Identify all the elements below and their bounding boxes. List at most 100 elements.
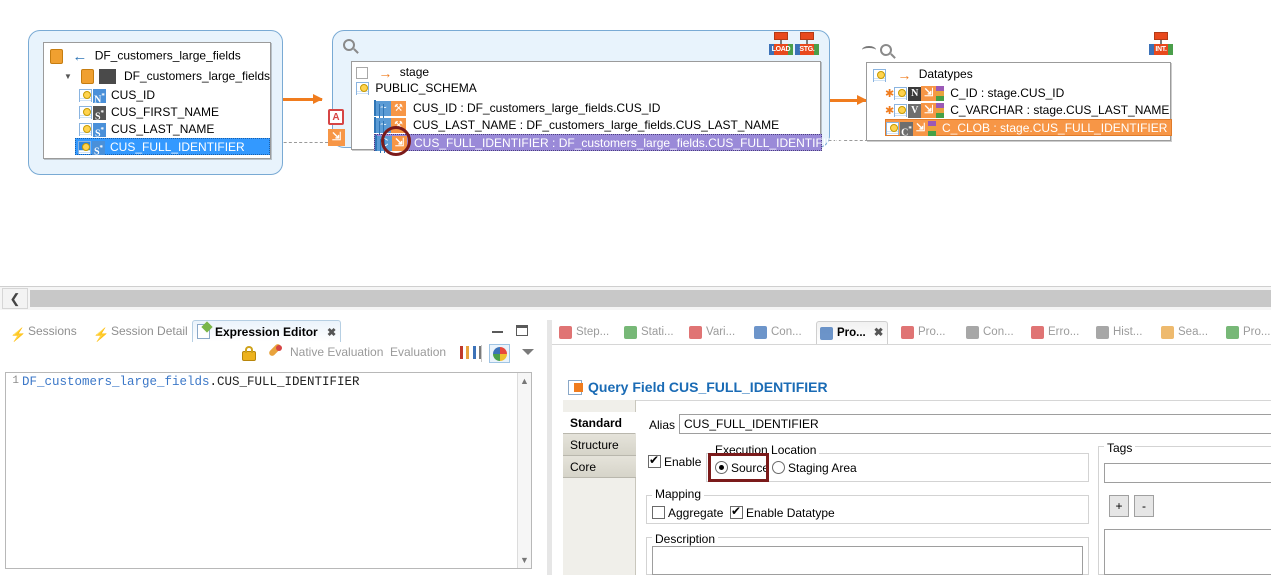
source-field-label: CUS_FIRST_NAME <box>111 105 220 119</box>
evaluation-label[interactable]: Evaluation <box>390 345 446 359</box>
expression-editor-toolbar[interactable]: Native Evaluation Evaluation <box>0 342 547 366</box>
tags-add-button[interactable]: + <box>1109 495 1129 517</box>
alias-a-icon[interactable]: A <box>328 109 344 125</box>
books-icon[interactable] <box>460 346 482 362</box>
datatype-row[interactable]: ✱ V ⇲ C_VARCHAR : stage.CUS_LAST_NAME <box>885 102 1172 119</box>
tab-properties[interactable]: Pro... ✖ <box>816 321 889 344</box>
staging-area-radio-label[interactable]: Staging Area <box>788 461 857 475</box>
stage-field-row[interactable]: ~ ⚒ CUS_ID : DF_customers_large_fields.CUS… <box>374 100 822 117</box>
side-tab-core[interactable]: Core <box>563 456 636 478</box>
tab-steps[interactable]: Step... <box>556 321 613 344</box>
datatypes-rows-list[interactable]: ✱ N ⇲ C_ID : stage.CUS_ID ✱ V ⇲ C_VARCHAR : sta… <box>885 85 1172 138</box>
uvg-indicator-icon <box>936 86 945 102</box>
scroll-up-arrow[interactable]: ▲ <box>518 373 531 389</box>
tags-list[interactable] <box>1104 529 1271 575</box>
lock-icon[interactable] <box>242 346 256 361</box>
stage-field-row[interactable]: ~ ⚒ CUS_LAST_NAME : DF_customers_large_fie… <box>374 117 822 134</box>
datatype-letter-badge: S* <box>92 140 105 157</box>
code-vertical-scrollbar[interactable]: ▲ ▼ <box>517 373 531 568</box>
tab-search[interactable]: Sea... <box>1158 321 1212 344</box>
enable-checkbox[interactable] <box>648 453 661 468</box>
native-evaluation-label[interactable]: Native Evaluation <box>290 345 383 359</box>
close-icon[interactable]: ✖ <box>327 327 336 339</box>
view-menu-icon[interactable] <box>522 349 534 355</box>
source-field-list[interactable]: ← DF_customers_large_fields ▼ DF_custome… <box>43 42 271 159</box>
dataflow-icon <box>50 49 63 64</box>
source-field-row[interactable]: S* CUS_FULL_IDENTIFIER <box>75 138 270 157</box>
tab-progress[interactable]: Pro... <box>1223 321 1271 344</box>
rocket-icon[interactable] <box>267 342 283 358</box>
source-header-row[interactable]: ← DF_customers_large_fields <box>50 48 241 66</box>
canvas-horizontal-scrollbar[interactable]: ❮ <box>0 286 1271 310</box>
source-field-row[interactable]: S* CUS_FIRST_NAME <box>77 104 269 122</box>
datatypes-field-list[interactable]: → Datatypes ✱ N ⇲ C_ID : stage.CUS_ID ✱ V ⇲ C_V… <box>866 62 1172 141</box>
tab-label: Erro... <box>1048 326 1080 338</box>
tab-label: Con... <box>771 326 802 338</box>
minimize-button[interactable] <box>491 323 505 337</box>
side-tab-structure[interactable]: Structure <box>563 434 636 456</box>
source-field-row[interactable]: N* CUS_ID <box>77 87 269 105</box>
source-group-row[interactable]: ▼ DF_customers_large_fields <box>64 69 270 87</box>
stage-header-row[interactable]: → stage <box>356 65 429 82</box>
eye-icon-datatypes[interactable] <box>862 46 876 54</box>
alias-field[interactable] <box>679 414 1271 434</box>
tab-console[interactable]: Con... <box>751 321 806 344</box>
scroll-track[interactable] <box>30 290 1271 307</box>
source-dataflow-box[interactable]: ← DF_customers_large_fields ▼ DF_custome… <box>28 30 283 175</box>
side-tab-standard-label: Standard <box>570 416 623 430</box>
source-field-row[interactable]: S* CUS_LAST_NAME <box>77 121 269 139</box>
enable-datatype-checkbox[interactable] <box>730 504 743 519</box>
tags-remove-button[interactable]: - <box>1134 495 1154 517</box>
datatype-letter-badge: N <box>908 86 922 101</box>
maximize-button[interactable] <box>515 323 529 337</box>
tab-session-detail[interactable]: ⚡ Session Detail <box>89 320 194 342</box>
tab-connections[interactable]: Con... <box>963 321 1018 344</box>
search-icon <box>1161 326 1174 339</box>
right-arrow-icon-dt: → <box>897 67 912 83</box>
tab-error-log[interactable]: Erro... <box>1028 321 1083 344</box>
source-fields-list[interactable]: N* CUS_ID S* CUS_FIRST_NAME S* CUS_LAST_NAME S… <box>75 87 270 157</box>
scroll-left-button[interactable]: ❮ <box>2 288 28 309</box>
properties-side-tabs[interactable]: Standard Structure Core <box>563 400 636 575</box>
enable-datatype-label[interactable]: Enable Datatype <box>746 506 835 520</box>
stage-field-list[interactable]: → stage PUBLIC_SCHEMA ~ ⚒ CUS_ID : DF_cust… <box>351 61 843 152</box>
properties-top-rule <box>552 344 1271 345</box>
stage-rows-list[interactable]: ~ ⚒ CUS_ID : DF_customers_large_fields.CUS… <box>374 100 843 152</box>
search-icon-datatypes[interactable] <box>880 44 896 59</box>
expand-triangle-icon[interactable]: ▼ <box>64 72 72 81</box>
datatypes-header-row[interactable]: → Datatypes <box>873 67 973 84</box>
side-tab-standard[interactable]: Standard <box>563 412 636 434</box>
staging-area-radio[interactable] <box>772 461 785 474</box>
table-row-icon <box>374 100 376 116</box>
badge-load: LOAD <box>769 32 793 58</box>
export-left-icon[interactable]: ⇲ <box>328 129 345 146</box>
scroll-down-arrow[interactable]: ▼ <box>518 552 531 568</box>
properties-tabbar[interactable]: Step... Stati... Vari... Con... Pro... ✖ Pro..… <box>552 320 1271 344</box>
tab-sessions[interactable]: ⚡ Sessions <box>6 320 83 342</box>
source-title: DF_customers_large_fields <box>94 48 241 63</box>
mapping-diagram-canvas[interactable]: ← DF_customers_large_fields ▼ DF_custome… <box>0 0 1271 288</box>
tab-expression-editor[interactable]: Expression Editor ✖ <box>192 320 342 342</box>
schema-icon <box>356 82 369 96</box>
tab-problems[interactable]: Pro... <box>898 321 949 344</box>
aggregate-label[interactable]: Aggregate <box>668 506 723 520</box>
description-textarea[interactable] <box>652 546 1083 575</box>
expression-code-editor[interactable]: 1 DF_customers_large_fields.CUS_FULL_IDE… <box>5 372 532 569</box>
search-icon-stage[interactable] <box>343 39 359 54</box>
close-icon[interactable]: ✖ <box>874 327 884 339</box>
panel-window-buttons[interactable] <box>491 323 541 339</box>
tab-history[interactable]: Hist... <box>1093 321 1146 344</box>
stage-schema-row[interactable]: PUBLIC_SCHEMA <box>356 81 477 98</box>
stage-left-icons[interactable]: A ⇲ <box>328 109 345 146</box>
expression-code-text[interactable]: DF_customers_large_fields.CUS_FULL_IDENT… <box>22 375 360 389</box>
tab-variables[interactable]: Vari... <box>686 321 739 344</box>
datatype-row[interactable]: ✱ N ⇲ C_ID : stage.CUS_ID <box>885 85 1172 102</box>
tab-statistics[interactable]: Stati... <box>621 321 678 344</box>
color-wheel-icon[interactable] <box>489 344 510 363</box>
expression-editor-tabbar[interactable]: ⚡ Sessions ⚡ Session Detail Expression E… <box>0 320 547 342</box>
stage-field-row[interactable]: C ⇲ CUS_FULL_IDENTIFIER : DF_customers_lar… <box>374 134 843 152</box>
tab-label: Step... <box>576 326 610 338</box>
tags-input[interactable] <box>1104 463 1271 483</box>
datatype-row[interactable]: C* ⇲ C_CLOB : stage.CUS_FULL_IDENTIFIER <box>885 119 1172 138</box>
aggregate-checkbox[interactable] <box>652 506 665 519</box>
